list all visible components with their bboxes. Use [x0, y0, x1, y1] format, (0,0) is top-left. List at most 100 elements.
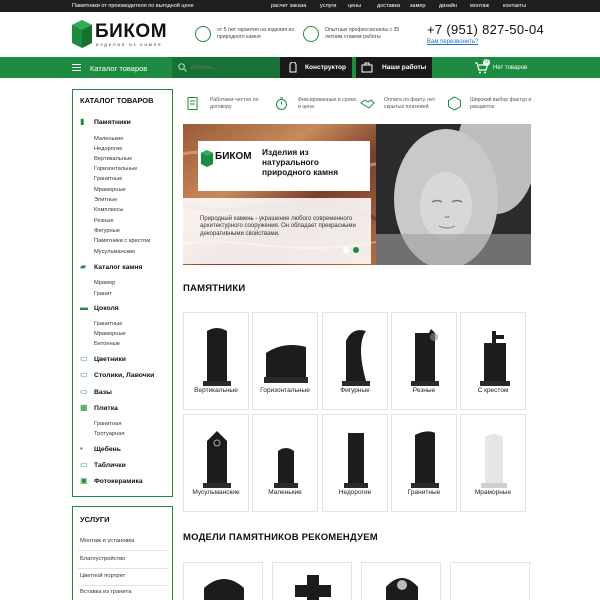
divider [78, 585, 168, 586]
recommended-card-1[interactable] [183, 562, 263, 600]
slogan: Памятники от производителя по выгодной ц… [72, 3, 194, 9]
banner-title: Изделия из натурального природного камня [262, 147, 339, 177]
sidebar-item-tables-benches[interactable]: Столики, Лавочки [94, 372, 154, 379]
top-link-design[interactable]: дизайн [439, 3, 457, 9]
monument-card-vertical[interactable]: Вертикальные [183, 312, 249, 410]
top-link-calc[interactable]: расчет заказа [271, 3, 306, 9]
feature-contract: Работаем честно по договору [210, 97, 259, 110]
feature-fixed-price: Фиксированные и сроки, и цена [298, 97, 358, 110]
divider [78, 568, 168, 569]
sidebar-item-photoceramics[interactable]: Фотокерамика [94, 478, 143, 485]
logo-subtitle: изделия из камня [96, 42, 163, 47]
sidebar-item-plaques[interactable]: Таблички [94, 462, 126, 469]
sidebar-sub-small[interactable]: Маленькие [94, 136, 123, 142]
monument-image [204, 579, 244, 600]
sidebar-sub-figured[interactable]: Фигурные [94, 228, 120, 234]
logo-icon[interactable] [72, 20, 92, 48]
sidebar-sub-cheap[interactable]: Недорогие [94, 146, 122, 152]
sidebar-item-monuments[interactable]: Памятники [94, 119, 131, 126]
search-icon[interactable] [178, 63, 187, 72]
top-link-contacts[interactable]: контакты [503, 3, 526, 9]
card-label: Резные [412, 387, 436, 394]
sidebar-sub-complexes[interactable]: Комплексы [94, 207, 123, 213]
monument-card-granite[interactable]: Гранитные [391, 414, 457, 512]
cart-button[interactable]: 0 [474, 59, 490, 79]
sidebar-sub-granite-tile[interactable]: Гранитная [94, 421, 121, 427]
header-feature-guarantee: от 5 лет гарантия на изделия из природно… [217, 27, 294, 40]
card-label: Недорогие [338, 489, 372, 496]
sidebar-item-plinths[interactable]: Цоколя [94, 305, 119, 312]
cart-status[interactable]: Нет товаров [493, 65, 527, 71]
sidebar-sub-granite-stone[interactable]: Гранит [94, 291, 112, 297]
professionals-icon [303, 26, 319, 42]
top-link-measure[interactable]: замер [410, 3, 425, 9]
sidebar-item-stone-catalog[interactable]: Каталог камня [94, 264, 143, 271]
figured-monument-image [342, 330, 370, 386]
recommended-card-4[interactable] [450, 562, 530, 600]
sidebar-sub-horizontal[interactable]: Горизонтальные [94, 166, 137, 172]
photo-ceramic-icon: ▣ [80, 476, 88, 485]
callback-link[interactable]: Вам перезвонить? [427, 39, 478, 45]
menu-icon[interactable] [72, 64, 81, 71]
monument-card-muslim[interactable]: Мусульманские [183, 414, 249, 512]
sidebar-sub-muslim[interactable]: Мусульманские [94, 249, 135, 255]
catalog-menu-button[interactable]: Каталог товаров [90, 64, 147, 73]
sidebar-item-tiles[interactable]: Плитка [94, 405, 118, 412]
stopwatch-icon [276, 97, 287, 110]
small-monument-image [274, 448, 298, 488]
our-works-button[interactable]: Наши работы [356, 57, 432, 78]
banner-dot-1[interactable] [343, 247, 349, 253]
marble-monument-image [481, 434, 507, 488]
sidebar-item-flowerbeds[interactable]: Цветники [94, 356, 126, 363]
card-label: С крестом [477, 387, 509, 394]
search-input[interactable] [191, 62, 276, 73]
service-installation[interactable]: Монтаж и установка [80, 538, 134, 544]
logo-text[interactable]: БИКОМ [95, 21, 167, 43]
sidebar-sub-carved[interactable]: Резные [94, 218, 114, 224]
sidebar-item-vases[interactable]: Вазы [94, 389, 112, 396]
recommended-card-2[interactable] [272, 562, 352, 600]
monument-card-figured[interactable]: Фигурные [322, 312, 388, 410]
monument-card-carved[interactable]: Резные [391, 312, 457, 410]
card-label: Вертикальные [194, 387, 238, 394]
banner-description: Природный камень - украшение любого совр… [200, 216, 356, 237]
banner-dot-2-active[interactable] [353, 247, 359, 253]
sidebar-sub-marble[interactable]: Мраморные [94, 187, 126, 193]
our-works-label: Наши работы [382, 64, 427, 71]
sidebar-sub-vertical[interactable]: Вертикальные [94, 156, 132, 162]
service-landscaping[interactable]: Благоустройство [80, 556, 125, 562]
sidebar-sub-cross[interactable]: Памятники с крестом [94, 238, 150, 244]
top-link-prices[interactable]: цены [348, 3, 361, 9]
cross-monument-image [480, 331, 510, 386]
sidebar-sub-marble-plinth[interactable]: Мраморные [94, 331, 126, 337]
monument-card-horizontal[interactable]: Горизонтальные [252, 312, 318, 410]
sidebar-sub-granite[interactable]: Гранитные [94, 176, 122, 182]
monument-card-marble[interactable]: Мраморные [460, 414, 526, 512]
sidebar-sub-concrete-plinth[interactable]: Бетонные [94, 341, 120, 347]
card-label: Гранитные [407, 489, 441, 496]
top-link-delivery[interactable]: доставка [377, 3, 400, 9]
monument-card-cheap[interactable]: Недорогие [322, 414, 388, 512]
sidebar-sub-elite[interactable]: Элитные [94, 197, 117, 203]
banner-logo-text: БИКОМ [215, 151, 252, 162]
logo-icon [200, 150, 214, 167]
top-link-services[interactable]: услуги [320, 3, 336, 9]
stone-icon [448, 96, 461, 111]
service-color-portrait[interactable]: Цветной портрет [80, 573, 125, 579]
feature-payment: Оплата по факту, нет скрытых платежей [384, 97, 436, 110]
sidebar-title: КАТАЛОГ ТОВАРОВ [80, 96, 154, 105]
monuments-title: ПАМЯТНИКИ [183, 283, 246, 294]
sidebar-sub-marble-stone[interactable]: Мрамор [94, 280, 115, 286]
handshake-icon [360, 99, 375, 109]
sidebar-sub-paving-tile[interactable]: Тротуарная [94, 431, 125, 437]
sidebar-sub-granite-plinth[interactable]: Гранитные [94, 321, 122, 327]
top-link-install[interactable]: монтаж [470, 3, 489, 9]
phone-number[interactable]: +7 (951) 827-50-04 [427, 22, 544, 37]
monument-card-small[interactable]: Маленькие [252, 414, 318, 512]
service-granite-insert[interactable]: Вставка из гранита [80, 589, 131, 595]
card-label: Маленькие [268, 489, 302, 496]
constructor-button[interactable]: Конструктор [280, 57, 352, 78]
sidebar-item-gravel[interactable]: Щебень [94, 446, 121, 453]
monument-card-cross[interactable]: С крестом [460, 312, 526, 410]
recommended-card-3[interactable] [361, 562, 441, 600]
